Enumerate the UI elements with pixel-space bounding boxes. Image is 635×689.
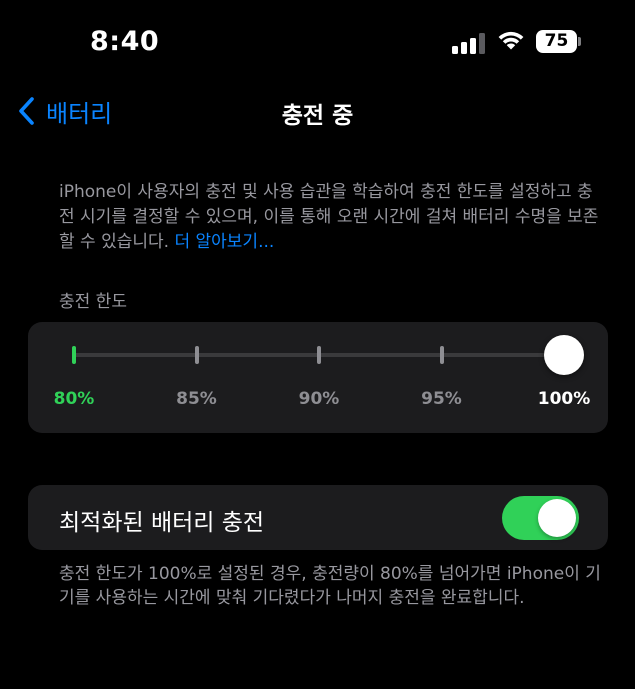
learn-more-link[interactable]: 더 알아보기... (174, 232, 274, 252)
tick-mark-80 (72, 346, 76, 364)
charge-limit-card: 80% 85% 90% 95% 100% (28, 322, 608, 433)
optimized-charging-footer: 충전 한도가 100%로 설정된 경우, 충전량이 80%를 넘어가면 iPho… (59, 564, 601, 608)
battery-level: 75 (536, 30, 577, 53)
optimized-charging-toggle[interactable] (502, 496, 579, 540)
status-time: 8:40 (90, 26, 160, 57)
tick-mark-85 (194, 346, 199, 364)
tick-label-95: 95% (421, 389, 462, 409)
status-bar: 8:40 75 (0, 0, 635, 84)
charging-description: iPhone이 사용자의 충전 및 사용 습관을 학습하여 충전 한도를 설정하… (59, 180, 604, 255)
charge-limit-header: 충전 한도 (59, 292, 127, 312)
tick-label-100: 100% (537, 389, 591, 409)
wifi-icon (498, 31, 524, 50)
cellular-signal-icon (452, 32, 488, 54)
charging-settings-screen: 8:40 75 배터리 충전 중 iPhone이 사용자의 충전 및 사용 습관… (0, 0, 635, 689)
battery-icon: 75 (536, 30, 582, 53)
tick-mark-90 (317, 346, 321, 364)
navigation-bar: 배터리 충전 중 (0, 88, 635, 132)
tick-label-90: 90% (298, 389, 340, 409)
description-text: iPhone이 사용자의 충전 및 사용 습관을 학습하여 충전 한도를 설정하… (59, 182, 599, 252)
optimized-charging-label: 최적화된 배터리 충전 (59, 510, 265, 536)
tick-label-80: 80% (53, 389, 95, 409)
toggle-knob (538, 499, 576, 537)
slider-thumb[interactable] (544, 335, 584, 375)
charge-limit-slider[interactable] (72, 335, 584, 375)
tick-label-85: 85% (176, 389, 217, 409)
page-title: 충전 중 (281, 103, 354, 129)
optimized-charging-row[interactable]: 최적화된 배터리 충전 (28, 485, 608, 550)
tick-mark-95 (439, 346, 444, 364)
